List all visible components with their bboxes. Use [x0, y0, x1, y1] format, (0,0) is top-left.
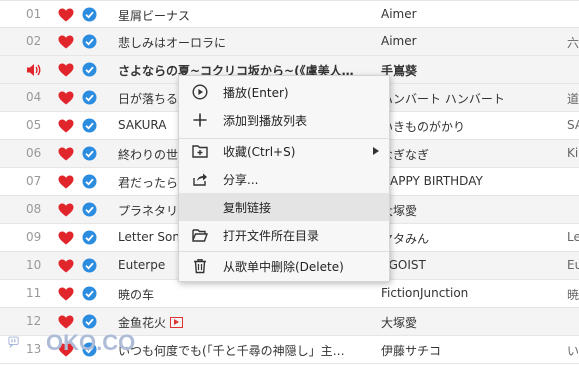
heart-icon[interactable]	[58, 315, 74, 329]
menu-item-copy-link[interactable]: 复制链接	[179, 193, 389, 221]
song-artist[interactable]: 大塚愛	[381, 314, 561, 331]
track-number: 02	[26, 34, 42, 48]
menu-label: 复制链接	[223, 201, 272, 215]
folder-plus-icon	[192, 145, 208, 158]
track-number: 09	[26, 230, 42, 244]
mv-icon[interactable]	[170, 317, 184, 328]
heart-icon[interactable]	[58, 8, 74, 22]
song-title: いつも何度でも(「千と千尋の神隠し」主…	[118, 344, 345, 358]
menu-label: 添加到播放列表	[223, 114, 308, 128]
downloaded-check-icon	[82, 90, 97, 105]
menu-item-open-folder[interactable]: 打开文件所在目录	[179, 221, 389, 249]
heart-icon[interactable]	[58, 119, 74, 133]
downloaded-check-icon	[82, 34, 97, 49]
track-number: 08	[26, 202, 42, 216]
heart-icon[interactable]	[58, 91, 74, 105]
song-title: 暁の车	[118, 288, 155, 302]
menu-label: 打开文件所在目录	[223, 229, 320, 243]
menu-item-add-to-playlist[interactable]: 添加到播放列表	[179, 106, 389, 134]
context-menu: 播放(Enter) 添加到播放列表 收藏(Ctrl+S) 分享... 复制链接 …	[178, 75, 390, 282]
song-title: 悲しみはオーロラに	[118, 36, 227, 50]
song-album[interactable]: Ki	[567, 146, 579, 160]
track-number: 01	[26, 7, 42, 21]
share-icon	[193, 173, 207, 186]
song-album[interactable]: Eu	[567, 258, 579, 272]
menu-item-share[interactable]: 分享...	[179, 165, 389, 193]
heart-icon[interactable]	[58, 231, 74, 245]
song-album[interactable]: 暁	[567, 286, 579, 303]
heart-icon[interactable]	[58, 175, 74, 189]
song-row[interactable]: 01 星屑ビーナス Aimer	[0, 0, 579, 28]
song-album[interactable]: Le	[567, 230, 579, 244]
song-album[interactable]: い	[567, 342, 579, 359]
downloaded-check-icon	[82, 286, 97, 301]
song-artist[interactable]: 伊藤サチコ	[381, 342, 561, 359]
song-artist[interactable]: HAPPY BIRTHDAY	[381, 174, 561, 188]
watermark-logo-icon	[8, 336, 19, 349]
menu-item-play[interactable]: 播放(Enter)	[179, 78, 389, 106]
heart-icon[interactable]	[58, 35, 74, 49]
downloaded-check-icon	[82, 258, 97, 273]
watermark-text: OKO.CO	[46, 330, 136, 355]
downloaded-check-icon	[82, 230, 97, 245]
heart-icon[interactable]	[58, 287, 74, 301]
song-title: 星屑ビーナス	[118, 9, 191, 23]
downloaded-check-icon	[82, 202, 97, 217]
song-artist[interactable]: FictionJunction	[381, 286, 561, 300]
menu-item-delete[interactable]: 从歌单中删除(Delete)	[179, 252, 389, 280]
song-artist[interactable]: ヤタみん	[381, 230, 561, 247]
heart-icon[interactable]	[58, 63, 74, 77]
downloaded-check-icon	[82, 314, 97, 329]
track-number: 06	[26, 146, 42, 160]
track-number: 05	[26, 118, 42, 132]
song-row[interactable]: 02 悲しみはオーロラに Aimer 六	[0, 28, 579, 56]
song-row[interactable]: 11 暁の车 FictionJunction 暁	[0, 280, 579, 308]
song-title: 金鱼花火	[118, 314, 368, 331]
song-album[interactable]: 道	[567, 90, 579, 107]
track-number: 04	[26, 90, 42, 104]
menu-label: 收藏(Ctrl+S)	[223, 145, 296, 159]
song-artist[interactable]: ハンバート ハンバート	[381, 90, 561, 107]
menu-label: 从歌单中删除(Delete)	[223, 260, 344, 274]
play-circle-icon	[192, 84, 208, 100]
song-artist[interactable]: 大塚愛	[381, 202, 561, 219]
track-number: 10	[26, 258, 42, 272]
trash-icon	[194, 259, 206, 274]
heart-icon[interactable]	[58, 259, 74, 273]
song-artist[interactable]: なぎなぎ	[381, 146, 561, 163]
downloaded-check-icon	[82, 62, 97, 77]
song-artist[interactable]: Aimer	[381, 34, 561, 48]
song-album[interactable]: SA	[567, 118, 579, 132]
song-artist[interactable]: 手嶌葵	[381, 62, 561, 79]
folder-open-icon	[192, 229, 208, 242]
track-number: 07	[26, 174, 42, 188]
speaker-playing-icon	[27, 64, 41, 76]
heart-icon[interactable]	[58, 147, 74, 161]
menu-label: 播放(Enter)	[223, 86, 289, 100]
track-number: 11	[26, 286, 42, 300]
menu-item-collect[interactable]: 收藏(Ctrl+S)	[179, 137, 389, 165]
song-artist[interactable]: Aimer	[381, 7, 561, 21]
menu-label: 分享...	[223, 173, 259, 187]
heart-icon[interactable]	[58, 203, 74, 217]
downloaded-check-icon	[82, 174, 97, 189]
downloaded-check-icon	[82, 118, 97, 133]
song-artist[interactable]: EGOIST	[381, 258, 561, 272]
downloaded-check-icon	[82, 7, 97, 22]
song-album[interactable]: 六	[567, 34, 579, 51]
submenu-arrow-icon	[373, 147, 379, 155]
song-artist[interactable]: いきものがかり	[381, 118, 561, 135]
plus-icon	[193, 113, 207, 127]
downloaded-check-icon	[82, 146, 97, 161]
